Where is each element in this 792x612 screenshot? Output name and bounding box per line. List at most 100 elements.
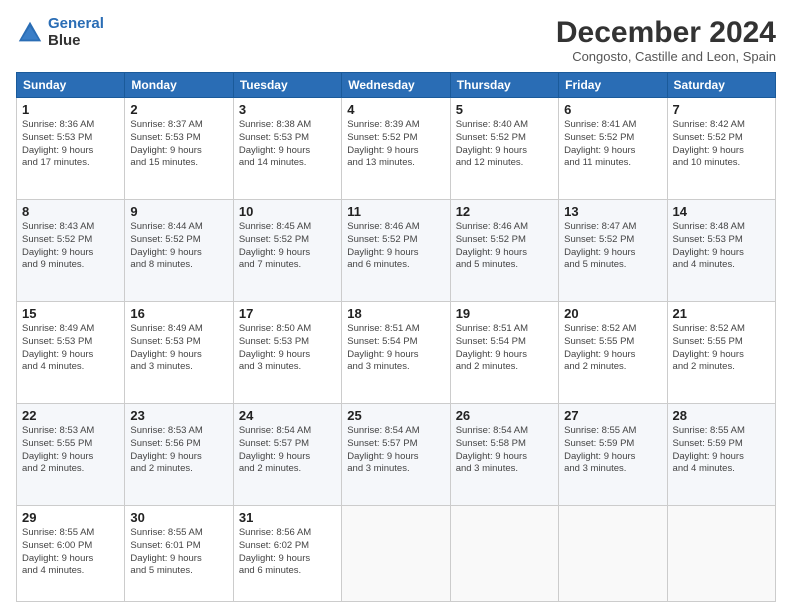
day-info: Sunrise: 8:49 AMSunset: 5:53 PMDaylight:…	[22, 323, 119, 374]
header: General Blue December 2024 Congosto, Cas…	[16, 16, 776, 64]
day-info: Sunrise: 8:45 AMSunset: 5:52 PMDaylight:…	[239, 221, 336, 272]
day-info: Sunrise: 8:54 AMSunset: 5:57 PMDaylight:…	[239, 425, 336, 476]
day-info: Sunrise: 8:48 AMSunset: 5:53 PMDaylight:…	[673, 221, 770, 272]
month-title: December 2024	[556, 16, 776, 49]
day-info: Sunrise: 8:55 AMSunset: 5:59 PMDaylight:…	[673, 425, 770, 476]
day-number: 28	[673, 408, 770, 423]
location: Congosto, Castille and Leon, Spain	[556, 49, 776, 64]
day-info: Sunrise: 8:43 AMSunset: 5:52 PMDaylight:…	[22, 221, 119, 272]
day-number: 7	[673, 102, 770, 117]
calendar-cell: 29 Sunrise: 8:55 AMSunset: 6:00 PMDayligh…	[17, 505, 125, 601]
calendar-cell: 22 Sunrise: 8:53 AMSunset: 5:55 PMDayligh…	[17, 403, 125, 505]
calendar-cell: 3 Sunrise: 8:38 AMSunset: 5:53 PMDaylight…	[233, 98, 341, 200]
day-number: 2	[130, 102, 227, 117]
logo-icon	[16, 19, 44, 47]
day-info: Sunrise: 8:41 AMSunset: 5:52 PMDaylight:…	[564, 119, 661, 170]
calendar-cell: 6 Sunrise: 8:41 AMSunset: 5:52 PMDaylight…	[559, 98, 667, 200]
day-info: Sunrise: 8:44 AMSunset: 5:52 PMDaylight:…	[130, 221, 227, 272]
logo: General Blue	[16, 16, 104, 49]
day-number: 19	[456, 306, 553, 321]
weekday-header: Thursday	[450, 73, 558, 98]
calendar-cell: 25 Sunrise: 8:54 AMSunset: 5:57 PMDayligh…	[342, 403, 450, 505]
day-info: Sunrise: 8:46 AMSunset: 5:52 PMDaylight:…	[456, 221, 553, 272]
day-number: 14	[673, 204, 770, 219]
calendar-cell: 2 Sunrise: 8:37 AMSunset: 5:53 PMDaylight…	[125, 98, 233, 200]
day-number: 3	[239, 102, 336, 117]
weekday-header: Sunday	[17, 73, 125, 98]
calendar-cell	[667, 505, 775, 601]
day-number: 13	[564, 204, 661, 219]
day-info: Sunrise: 8:51 AMSunset: 5:54 PMDaylight:…	[347, 323, 444, 374]
calendar-cell: 13 Sunrise: 8:47 AMSunset: 5:52 PMDayligh…	[559, 199, 667, 301]
weekday-header: Tuesday	[233, 73, 341, 98]
day-number: 25	[347, 408, 444, 423]
weekday-header: Saturday	[667, 73, 775, 98]
calendar-cell: 1 Sunrise: 8:36 AMSunset: 5:53 PMDaylight…	[17, 98, 125, 200]
calendar-cell: 30 Sunrise: 8:55 AMSunset: 6:01 PMDayligh…	[125, 505, 233, 601]
day-number: 21	[673, 306, 770, 321]
day-number: 1	[22, 102, 119, 117]
day-number: 10	[239, 204, 336, 219]
calendar-cell: 28 Sunrise: 8:55 AMSunset: 5:59 PMDayligh…	[667, 403, 775, 505]
day-number: 4	[347, 102, 444, 117]
calendar-cell: 24 Sunrise: 8:54 AMSunset: 5:57 PMDayligh…	[233, 403, 341, 505]
day-number: 24	[239, 408, 336, 423]
day-info: Sunrise: 8:53 AMSunset: 5:55 PMDaylight:…	[22, 425, 119, 476]
day-number: 17	[239, 306, 336, 321]
day-info: Sunrise: 8:53 AMSunset: 5:56 PMDaylight:…	[130, 425, 227, 476]
day-info: Sunrise: 8:42 AMSunset: 5:52 PMDaylight:…	[673, 119, 770, 170]
day-number: 6	[564, 102, 661, 117]
calendar-cell: 18 Sunrise: 8:51 AMSunset: 5:54 PMDayligh…	[342, 301, 450, 403]
day-number: 26	[456, 408, 553, 423]
calendar-cell: 11 Sunrise: 8:46 AMSunset: 5:52 PMDayligh…	[342, 199, 450, 301]
day-number: 27	[564, 408, 661, 423]
day-number: 11	[347, 204, 444, 219]
day-number: 30	[130, 510, 227, 525]
day-info: Sunrise: 8:36 AMSunset: 5:53 PMDaylight:…	[22, 119, 119, 170]
day-info: Sunrise: 8:49 AMSunset: 5:53 PMDaylight:…	[130, 323, 227, 374]
day-info: Sunrise: 8:55 AMSunset: 6:01 PMDaylight:…	[130, 527, 227, 578]
day-info: Sunrise: 8:50 AMSunset: 5:53 PMDaylight:…	[239, 323, 336, 374]
calendar-cell: 20 Sunrise: 8:52 AMSunset: 5:55 PMDayligh…	[559, 301, 667, 403]
day-number: 16	[130, 306, 227, 321]
calendar-cell: 31Sunrise: 8:56 AMSunset: 6:02 PMDayligh…	[233, 505, 341, 601]
day-info: Sunrise: 8:54 AMSunset: 5:58 PMDaylight:…	[456, 425, 553, 476]
logo-text: General Blue	[48, 16, 104, 49]
day-number: 23	[130, 408, 227, 423]
day-info: Sunrise: 8:47 AMSunset: 5:52 PMDaylight:…	[564, 221, 661, 272]
calendar-cell	[342, 505, 450, 601]
calendar-cell	[450, 505, 558, 601]
calendar-cell: 4Sunrise: 8:39 AMSunset: 5:52 PMDaylight…	[342, 98, 450, 200]
day-info: Sunrise: 8:38 AMSunset: 5:53 PMDaylight:…	[239, 119, 336, 170]
day-info: Sunrise: 8:40 AMSunset: 5:52 PMDaylight:…	[456, 119, 553, 170]
weekday-header: Friday	[559, 73, 667, 98]
day-info: Sunrise: 8:46 AMSunset: 5:52 PMDaylight:…	[347, 221, 444, 272]
day-number: 20	[564, 306, 661, 321]
calendar-cell: 16 Sunrise: 8:49 AMSunset: 5:53 PMDayligh…	[125, 301, 233, 403]
title-block: December 2024 Congosto, Castille and Leo…	[556, 16, 776, 64]
day-number: 5	[456, 102, 553, 117]
day-number: 8	[22, 204, 119, 219]
calendar-cell: 15 Sunrise: 8:49 AMSunset: 5:53 PMDayligh…	[17, 301, 125, 403]
calendar-cell: 10 Sunrise: 8:45 AMSunset: 5:52 PMDayligh…	[233, 199, 341, 301]
calendar-cell: 9Sunrise: 8:44 AMSunset: 5:52 PMDaylight…	[125, 199, 233, 301]
day-number: 18	[347, 306, 444, 321]
day-number: 22	[22, 408, 119, 423]
day-info: Sunrise: 8:37 AMSunset: 5:53 PMDaylight:…	[130, 119, 227, 170]
calendar-cell: 19Sunrise: 8:51 AMSunset: 5:54 PMDayligh…	[450, 301, 558, 403]
day-info: Sunrise: 8:55 AMSunset: 5:59 PMDaylight:…	[564, 425, 661, 476]
day-number: 31	[239, 510, 336, 525]
calendar-cell: 8 Sunrise: 8:43 AMSunset: 5:52 PMDaylight…	[17, 199, 125, 301]
calendar-cell: 17 Sunrise: 8:50 AMSunset: 5:53 PMDayligh…	[233, 301, 341, 403]
calendar-table: SundayMondayTuesdayWednesdayThursdayFrid…	[16, 72, 776, 602]
day-info: Sunrise: 8:55 AMSunset: 6:00 PMDaylight:…	[22, 527, 119, 578]
day-info: Sunrise: 8:52 AMSunset: 5:55 PMDaylight:…	[564, 323, 661, 374]
weekday-header: Wednesday	[342, 73, 450, 98]
calendar-cell: 21Sunrise: 8:52 AMSunset: 5:55 PMDayligh…	[667, 301, 775, 403]
calendar-cell: 23 Sunrise: 8:53 AMSunset: 5:56 PMDayligh…	[125, 403, 233, 505]
day-number: 15	[22, 306, 119, 321]
day-info: Sunrise: 8:54 AMSunset: 5:57 PMDaylight:…	[347, 425, 444, 476]
calendar-cell: 5 Sunrise: 8:40 AMSunset: 5:52 PMDaylight…	[450, 98, 558, 200]
calendar-cell: 26 Sunrise: 8:54 AMSunset: 5:58 PMDayligh…	[450, 403, 558, 505]
day-number: 29	[22, 510, 119, 525]
